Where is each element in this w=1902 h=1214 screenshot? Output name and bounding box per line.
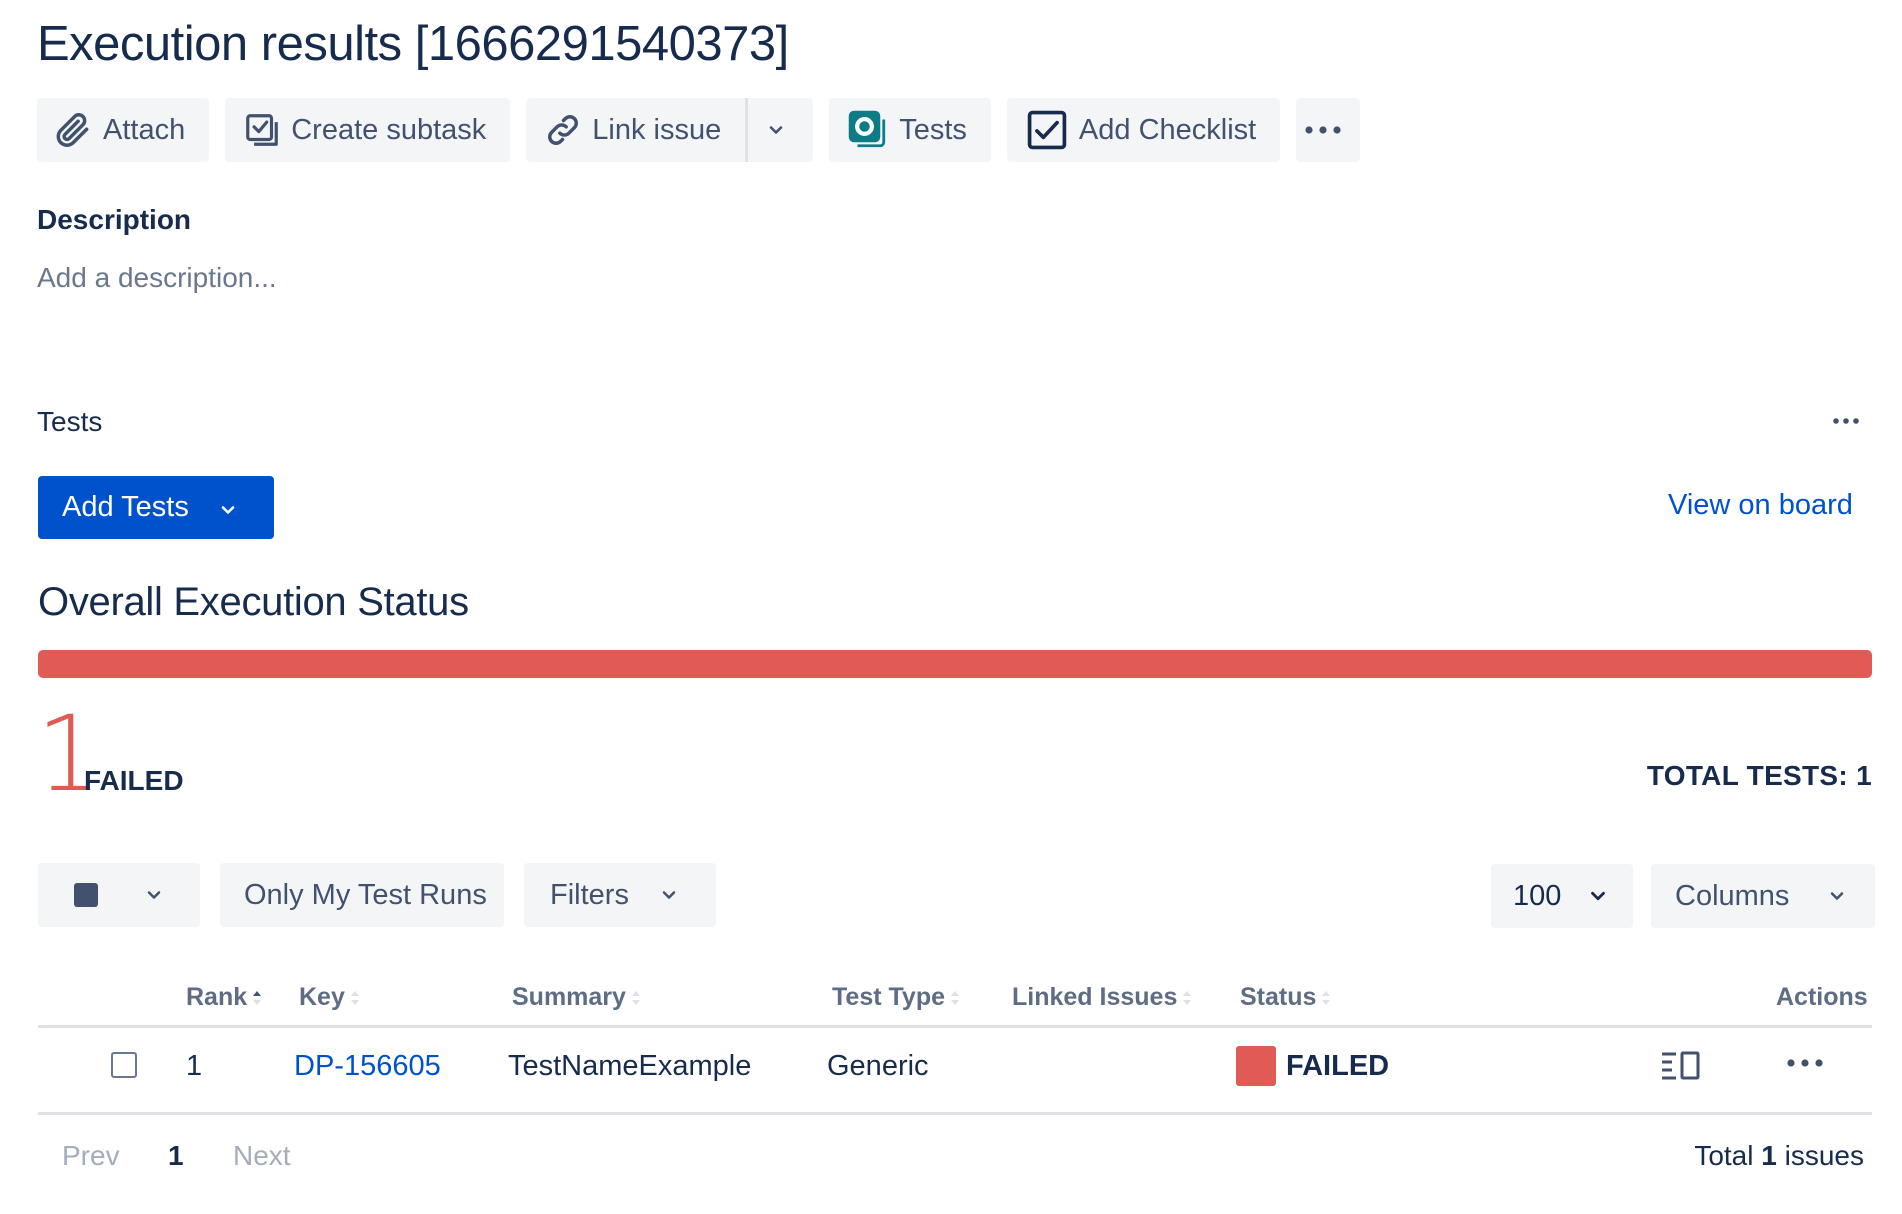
chevron-down-icon bbox=[662, 891, 676, 899]
tests-button[interactable]: Tests bbox=[829, 98, 991, 162]
chevron-down-icon bbox=[1591, 891, 1606, 901]
link-issue-split-button: Link issue bbox=[526, 98, 814, 162]
details-icon bbox=[1662, 1051, 1700, 1080]
summary-header-label: Summary bbox=[512, 983, 626, 1011]
filters-dropdown[interactable]: Filters bbox=[524, 863, 716, 927]
overall-status-title: Overall Execution Status bbox=[38, 580, 469, 624]
status-swatch bbox=[1236, 1046, 1276, 1086]
subtask-icon bbox=[246, 114, 279, 146]
next-page-button[interactable]: Next bbox=[233, 1140, 291, 1172]
only-my-test-runs-label: Only My Test Runs bbox=[244, 878, 487, 911]
create-subtask-label: Create subtask bbox=[291, 113, 487, 146]
link-issue-button[interactable]: Link issue bbox=[526, 98, 745, 162]
columns-label: Columns bbox=[1675, 879, 1790, 912]
total-issues: Total 1 issues bbox=[1694, 1140, 1864, 1172]
sort-icon bbox=[951, 990, 959, 1005]
more-icon bbox=[1787, 1059, 1823, 1067]
link-issue-label: Link issue bbox=[592, 113, 722, 146]
total-prefix: Total bbox=[1694, 1140, 1754, 1171]
description-input[interactable]: Add a description... bbox=[37, 262, 277, 294]
more-icon bbox=[1833, 418, 1859, 424]
column-header-rank[interactable]: Rank bbox=[186, 983, 263, 1012]
chevron-down-icon bbox=[769, 126, 782, 134]
tests-section-title: Tests bbox=[37, 406, 103, 437]
sort-icon bbox=[1183, 990, 1192, 1005]
header-divider bbox=[38, 1025, 1872, 1028]
prev-page-button[interactable]: Prev bbox=[62, 1140, 120, 1172]
add-tests-button[interactable]: Add Tests bbox=[38, 476, 274, 539]
more-icon bbox=[1305, 126, 1341, 134]
paperclip-icon bbox=[56, 113, 89, 147]
sort-icon bbox=[350, 990, 359, 1005]
column-header-summary[interactable]: Summary bbox=[512, 983, 642, 1012]
column-header-status[interactable]: Status bbox=[1240, 983, 1332, 1012]
failed-label: FAILED bbox=[84, 765, 184, 796]
add-checklist-button[interactable]: Add Checklist bbox=[1006, 98, 1281, 162]
page-size-value: 100 bbox=[1513, 879, 1562, 912]
chevron-down-icon bbox=[147, 891, 161, 899]
issue-key-link[interactable]: DP-156605 bbox=[294, 1050, 441, 1083]
select-all-checkbox[interactable] bbox=[74, 883, 98, 907]
bulk-select-dropdown[interactable] bbox=[38, 863, 200, 927]
test-run-details-button[interactable] bbox=[1660, 1050, 1702, 1085]
tests-label: Tests bbox=[899, 113, 967, 146]
columns-dropdown[interactable]: Columns bbox=[1651, 864, 1875, 928]
issue-toolbar: Attach Create subtask Link issue Tests A… bbox=[37, 98, 1361, 162]
progress-failed-segment bbox=[38, 650, 1872, 678]
column-header-key[interactable]: Key bbox=[299, 983, 361, 1012]
tests-more-button[interactable] bbox=[1826, 406, 1866, 436]
execution-progress-bar[interactable] bbox=[38, 650, 1872, 678]
attach-button[interactable]: Attach bbox=[37, 98, 210, 162]
row-checkbox[interactable] bbox=[111, 1052, 137, 1078]
rank-cell: 1 bbox=[186, 1050, 203, 1082]
only-my-test-runs-button[interactable]: Only My Test Runs bbox=[220, 863, 504, 927]
checklist-icon bbox=[1027, 110, 1067, 150]
row-more-button[interactable] bbox=[1785, 1055, 1825, 1073]
attach-label: Attach bbox=[103, 113, 186, 146]
add-tests-label: Add Tests bbox=[62, 491, 189, 523]
description-label: Description bbox=[37, 204, 192, 235]
page-title: Execution results [1666291540373] bbox=[37, 17, 789, 71]
sort-icon bbox=[1322, 990, 1331, 1005]
filters-label: Filters bbox=[550, 878, 629, 911]
chevron-down-icon bbox=[221, 506, 235, 514]
key-header-label: Key bbox=[299, 983, 345, 1011]
issue-page: Execution results [1666291540373] Attach… bbox=[0, 0, 1902, 1214]
total-suffix: issues bbox=[1784, 1140, 1864, 1171]
row-divider bbox=[38, 1112, 1872, 1115]
chevron-down-icon bbox=[1831, 892, 1844, 900]
create-subtask-button[interactable]: Create subtask bbox=[225, 98, 511, 162]
status-cell[interactable]: FAILED bbox=[1286, 1050, 1389, 1083]
status-header-label: Status bbox=[1240, 983, 1317, 1011]
column-header-actions: Actions bbox=[1776, 983, 1868, 1012]
column-header-linked-issues[interactable]: Linked Issues bbox=[1012, 983, 1193, 1012]
actions-header-label: Actions bbox=[1776, 983, 1868, 1011]
linked-issues-header-label: Linked Issues bbox=[1012, 983, 1178, 1011]
total-count: 1 bbox=[1761, 1140, 1777, 1171]
add-checklist-label: Add Checklist bbox=[1078, 113, 1257, 146]
sort-icon bbox=[253, 990, 262, 1005]
view-on-board-link[interactable]: View on board bbox=[1668, 489, 1853, 522]
current-page[interactable]: 1 bbox=[168, 1140, 184, 1172]
test-type-cell: Generic bbox=[827, 1050, 929, 1082]
link-icon bbox=[548, 115, 579, 145]
test-type-header-label: Test Type bbox=[832, 983, 945, 1011]
link-issue-dropdown[interactable] bbox=[748, 98, 813, 162]
tests-app-icon bbox=[848, 110, 886, 148]
sort-icon bbox=[631, 990, 640, 1005]
summary-cell: TestNameExample bbox=[508, 1050, 752, 1082]
page-size-select[interactable]: 100 bbox=[1491, 864, 1633, 928]
more-actions-button[interactable] bbox=[1296, 98, 1361, 162]
total-tests: TOTAL TESTS: 1 bbox=[1646, 760, 1872, 791]
rank-header-label: Rank bbox=[186, 983, 248, 1011]
column-header-test-type[interactable]: Test Type bbox=[832, 983, 961, 1012]
